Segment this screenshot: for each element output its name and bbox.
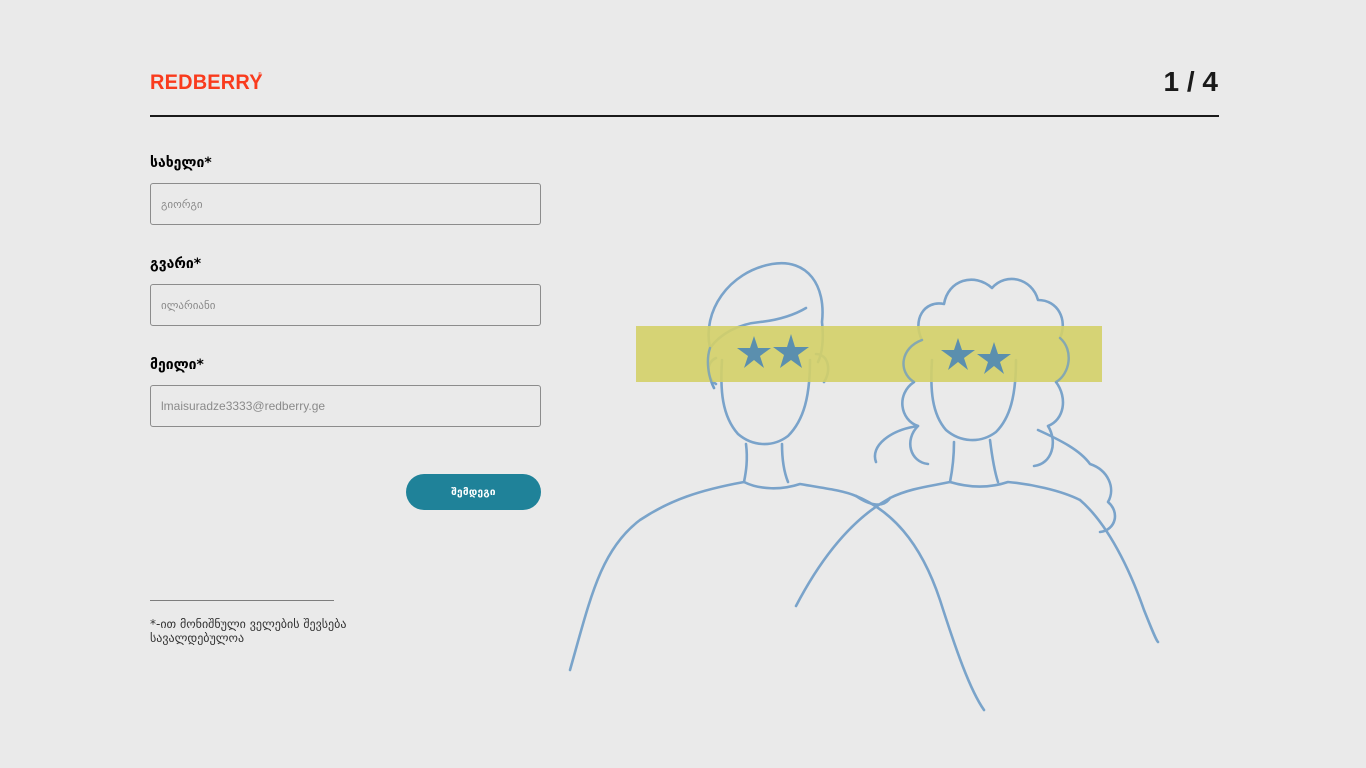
required-fields-note: *-ით მონიშნული ველების შევსება სავალდებუ… bbox=[150, 617, 347, 645]
two-people-star-eyes-illustration bbox=[568, 261, 1160, 712]
step-indicator: 1 / 4 bbox=[1163, 66, 1218, 97]
email-label: მეილი* bbox=[150, 357, 204, 373]
last-name-label: გვარი* bbox=[150, 256, 202, 272]
first-name-input[interactable] bbox=[150, 183, 541, 225]
next-button[interactable]: შემდეგი bbox=[406, 474, 541, 510]
header-divider bbox=[150, 115, 1219, 117]
first-name-label: სახელი* bbox=[150, 155, 212, 171]
email-input[interactable] bbox=[150, 385, 541, 427]
last-name-input[interactable] bbox=[150, 284, 541, 326]
registered-mark: ® bbox=[258, 72, 262, 78]
personal-info-page: REDBERRY ® 1 / 4 სახელი* გვარი* მეილი* შ… bbox=[0, 0, 1366, 768]
eye-cover-band bbox=[636, 326, 1102, 382]
footer-divider bbox=[150, 600, 334, 601]
redberry-logo[interactable]: REDBERRY bbox=[150, 71, 263, 95]
right-person-body bbox=[794, 480, 1082, 608]
